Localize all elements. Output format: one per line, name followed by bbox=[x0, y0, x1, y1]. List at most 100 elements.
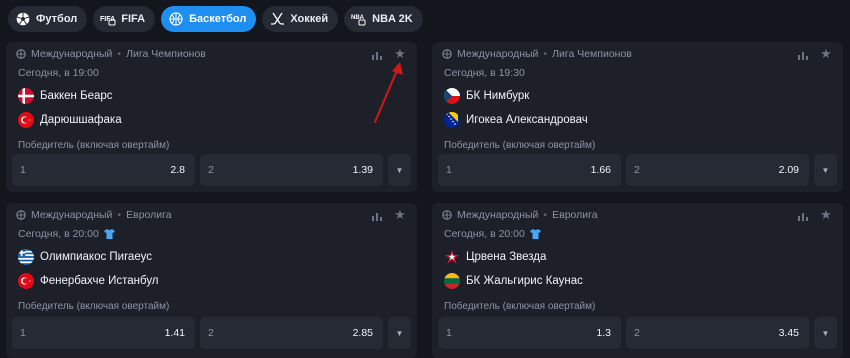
stats-icon[interactable] bbox=[370, 209, 384, 223]
league-separator: • bbox=[543, 48, 548, 60]
team-home-name: БК Нимбурк bbox=[466, 90, 530, 102]
hockey-icon bbox=[269, 11, 285, 27]
league-separator: • bbox=[117, 48, 122, 60]
turkey-flag-icon bbox=[18, 273, 34, 289]
odd-button-2[interactable]: 2 3.45 bbox=[626, 317, 809, 349]
odd-value: 1.41 bbox=[164, 327, 185, 339]
team-away-name: БК Жальгирис Каунас bbox=[466, 275, 583, 287]
more-markets-chevron-icon[interactable]: ▼ bbox=[388, 154, 411, 186]
odd-label: 1 bbox=[446, 164, 452, 176]
team-away-name: Фенербахче Истанбул bbox=[40, 275, 159, 287]
basketball-icon bbox=[442, 49, 452, 59]
league-header: Международный • Евролига bbox=[442, 209, 598, 221]
league-region: Международный bbox=[31, 209, 113, 221]
czech-flag-icon bbox=[444, 88, 460, 104]
match-time-text: Сегодня, в 20:00 bbox=[18, 228, 99, 240]
team-home-name: Баккен Беарс bbox=[40, 90, 113, 102]
league-separator: • bbox=[543, 209, 548, 221]
odd-value: 2.8 bbox=[170, 164, 185, 176]
tab-fifa[interactable]: FIFA FIFA bbox=[93, 6, 156, 32]
stats-icon[interactable] bbox=[796, 209, 810, 223]
odd-button-2[interactable]: 2 2.85 bbox=[200, 317, 383, 349]
jersey-icon bbox=[103, 229, 115, 239]
team-home: Црвена Звезда bbox=[444, 249, 546, 265]
match-time-text: Сегодня, в 20:00 bbox=[444, 228, 525, 240]
odd-button-1[interactable]: 1 2.8 bbox=[12, 154, 195, 186]
market-title: Победитель (включая овертайм) bbox=[444, 301, 596, 312]
odd-value: 1.39 bbox=[352, 164, 373, 176]
league-name: Евролига bbox=[126, 209, 172, 221]
team-away: Фенербахче Истанбул bbox=[18, 273, 159, 289]
tab-football[interactable]: Футбол bbox=[8, 6, 88, 32]
favorite-star-icon[interactable]: ★ bbox=[393, 208, 407, 222]
odd-button-1[interactable]: 1 1.3 bbox=[438, 317, 621, 349]
odd-label: 2 bbox=[208, 164, 214, 176]
favorite-star-icon[interactable]: ★ bbox=[393, 47, 407, 61]
lithuania-flag-icon bbox=[444, 273, 460, 289]
odd-label: 2 bbox=[634, 164, 640, 176]
odd-value: 3.45 bbox=[778, 327, 799, 339]
match-time: Сегодня, в 20:00 bbox=[18, 228, 115, 240]
league-region: Международный bbox=[457, 209, 539, 221]
odd-label: 1 bbox=[20, 327, 26, 339]
more-markets-chevron-icon[interactable]: ▼ bbox=[814, 154, 837, 186]
tab-basketball[interactable]: Баскетбол bbox=[161, 6, 257, 32]
tab-football-label: Футбол bbox=[36, 13, 78, 25]
league-name: Евролига bbox=[552, 209, 598, 221]
odd-button-2[interactable]: 2 1.39 bbox=[200, 154, 383, 186]
odd-label: 1 bbox=[446, 327, 452, 339]
odd-value: 1.3 bbox=[596, 327, 611, 339]
match-time: Сегодня, в 20:00 bbox=[444, 228, 541, 240]
sport-tabs: Футбол FIFA FIFA Баскетбол Хоккей NBA NB… bbox=[8, 6, 423, 32]
team-home-name: Црвена Звезда bbox=[466, 251, 547, 263]
team-home-name: Олимпиакос Пиraеус bbox=[40, 251, 152, 263]
match-card[interactable]: Международный • Евролига ★ Сегодня, в 20… bbox=[432, 203, 843, 358]
league-name: Лига Чемпионов bbox=[552, 48, 632, 60]
stats-icon[interactable] bbox=[370, 48, 384, 62]
team-away: БК Жальгирис Каунас bbox=[444, 273, 583, 289]
match-card[interactable]: Международный • Евролига ★ Сегодня, в 20… bbox=[6, 203, 417, 358]
odds-row: 1 1.66 2 2.09 ▼ bbox=[438, 154, 837, 186]
odds-row: 1 2.8 2 1.39 ▼ bbox=[12, 154, 411, 186]
match-time-text: Сегодня, в 19:30 bbox=[444, 67, 525, 79]
odd-button-2[interactable]: 2 2.09 bbox=[626, 154, 809, 186]
odd-button-1[interactable]: 1 1.41 bbox=[12, 317, 195, 349]
odds-row: 1 1.41 2 2.85 ▼ bbox=[12, 317, 411, 349]
odd-button-1[interactable]: 1 1.66 bbox=[438, 154, 621, 186]
odd-label: 2 bbox=[208, 327, 214, 339]
fifa-icon: FIFA bbox=[100, 11, 116, 27]
team-away-name: Дарюшшафака bbox=[40, 114, 122, 126]
more-markets-chevron-icon[interactable]: ▼ bbox=[388, 317, 411, 349]
favorite-star-icon[interactable]: ★ bbox=[819, 208, 833, 222]
match-time: Сегодня, в 19:30 bbox=[444, 67, 525, 79]
team-away: Дарюшшафака bbox=[18, 112, 122, 128]
basketball-icon bbox=[168, 11, 184, 27]
stats-icon[interactable] bbox=[796, 48, 810, 62]
league-separator: • bbox=[117, 209, 122, 221]
favorite-star-icon[interactable]: ★ bbox=[819, 47, 833, 61]
tab-nba2k[interactable]: NBA NBA 2K bbox=[344, 6, 423, 32]
football-icon bbox=[15, 11, 31, 27]
match-card[interactable]: Международный • Лига Чемпионов ★ Сегодня… bbox=[432, 42, 843, 192]
odd-value: 1.66 bbox=[590, 164, 611, 176]
nba2k-icon: NBA bbox=[351, 11, 367, 27]
match-card[interactable]: Международный • Лига Чемпионов ★ Сегодня… bbox=[6, 42, 417, 192]
basketball-icon bbox=[16, 210, 26, 220]
team-away-name: Игокеа Александровач bbox=[466, 114, 588, 126]
league-region: Международный bbox=[457, 48, 539, 60]
denmark-flag-icon bbox=[18, 88, 34, 104]
market-title: Победитель (включая овертайм) bbox=[444, 140, 596, 151]
team-away: Игокеа Александровач bbox=[444, 112, 588, 128]
tab-basketball-label: Баскетбол bbox=[189, 13, 247, 25]
greece-flag-icon bbox=[18, 249, 34, 265]
turkey-flag-icon bbox=[18, 112, 34, 128]
tab-hockey-label: Хоккей bbox=[290, 13, 329, 25]
market-title: Победитель (включая овертайм) bbox=[18, 140, 170, 151]
odd-label: 2 bbox=[634, 327, 640, 339]
more-markets-chevron-icon[interactable]: ▼ bbox=[814, 317, 837, 349]
team-home: Олимпиакос Пиraеус bbox=[18, 249, 152, 265]
bosnia-flag-icon bbox=[444, 112, 460, 128]
match-time-text: Сегодня, в 19:00 bbox=[18, 67, 99, 79]
tab-hockey[interactable]: Хоккей bbox=[262, 6, 339, 32]
odd-value: 2.09 bbox=[778, 164, 799, 176]
